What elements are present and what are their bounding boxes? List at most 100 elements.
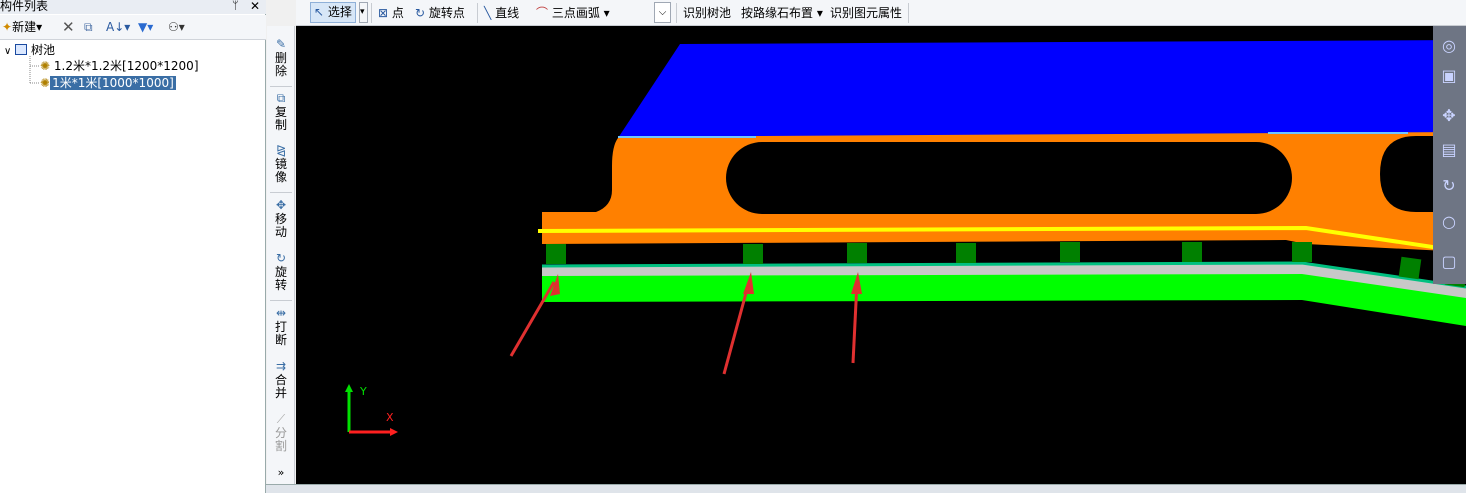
- drawing-canvas[interactable]: Y X: [296, 26, 1466, 484]
- axis-gizmo: [345, 384, 398, 436]
- rotate-point-label: 旋转点: [428, 6, 465, 20]
- tree-item[interactable]: ✺ 1.2米*1.2米[1200*1200]: [40, 58, 199, 74]
- separator: [270, 300, 292, 301]
- label: 断: [274, 333, 287, 347]
- point-icon: ⊠: [378, 6, 389, 20]
- opening: [726, 142, 1292, 214]
- layout-by-curb-button[interactable]: 按路缘石布置 ▾: [741, 4, 823, 22]
- identify-properties-button[interactable]: 识别图元属性: [830, 4, 902, 22]
- rotate-button[interactable]: ↻ 旋 转: [267, 252, 295, 292]
- merge-icon: ⇉: [275, 359, 287, 373]
- separator: [270, 192, 292, 193]
- panel-toolbar: ✦新建▾ ✕ ⧉ A↓▾ ▼▾ ⚇▾: [0, 15, 266, 40]
- edit-toolbar: ✎ 删 除 ⧉ 复 制 ⧎ 镜 像 ✥ 移 动 ↻ 旋 转 ⇹ 打 断 ⇉ 合 …: [267, 26, 295, 493]
- model-view: Y X: [345, 40, 1466, 436]
- delete-icon[interactable]: ✕: [62, 18, 75, 36]
- point-button[interactable]: ⊠ 点: [378, 4, 404, 22]
- roof-surface: [618, 40, 1466, 138]
- delete-button[interactable]: ✎ 删 除: [267, 38, 295, 78]
- mirror-icon: ⧎: [275, 143, 287, 157]
- tree-pool: [1060, 242, 1080, 262]
- zoom-window-icon[interactable]: ▤: [1436, 138, 1462, 162]
- rotate-icon: ↻: [275, 251, 287, 265]
- line-button[interactable]: ╲ 直线: [484, 4, 519, 22]
- copy-button[interactable]: ⧉ 复 制: [267, 92, 295, 132]
- line-icon: ╲: [484, 6, 492, 20]
- binoculars-icon[interactable]: ⚇▾: [168, 18, 185, 36]
- close-icon[interactable]: ✕: [250, 0, 260, 13]
- rotate-point-button[interactable]: ↻ 旋转点: [415, 4, 465, 22]
- label: 并: [274, 386, 287, 400]
- pin-icon[interactable]: ᛘ: [232, 0, 239, 13]
- sort-icon[interactable]: A↓▾: [106, 18, 130, 36]
- app-window: 构件列表 ᛘ ✕ ✦新建▾ ✕ ⧉ A↓▾ ▼▾ ⚇▾ ∨ 树池 ✺ 1.2米*…: [0, 0, 1466, 493]
- arc-mode-dropdown[interactable]: ⌵: [654, 2, 671, 23]
- new-label: 新建: [12, 20, 37, 34]
- tree-pool: [956, 243, 976, 263]
- move-button[interactable]: ✥ 移 动: [267, 199, 295, 239]
- filter-icon[interactable]: ▼▾: [138, 18, 153, 36]
- merge-button[interactable]: ⇉ 合 并: [267, 360, 295, 400]
- eraser-icon: ✎: [275, 37, 287, 51]
- label: 除: [274, 64, 287, 78]
- base-surface: [542, 272, 1466, 326]
- separator: [477, 3, 478, 23]
- new-button[interactable]: ✦新建▾: [2, 18, 42, 36]
- view-navigation-panel: ◎ ▣ ✥ ▤ ↻ ○ ▢: [1433, 26, 1466, 284]
- label: 动: [274, 225, 287, 239]
- identify-tree-pool-button[interactable]: 识别树池: [683, 4, 731, 22]
- separator: [371, 3, 372, 23]
- panel-title-bar: 构件列表 ᛘ ✕: [0, 0, 266, 14]
- top-toolbar: ↖ 选择 ▾ ⊠ 点 ↻ 旋转点 ╲ 直线 ⌒ 三点画弧 ▾ ⌵ 识别树池 按路…: [296, 0, 1466, 26]
- axis-x-label: X: [386, 411, 394, 424]
- arc-label: 三点画弧: [551, 6, 600, 20]
- label: 割: [274, 439, 287, 453]
- status-bar: [266, 484, 1466, 493]
- gear-icon: ✺: [40, 76, 51, 90]
- move-icon: ✥: [275, 198, 287, 212]
- select-dropdown[interactable]: ▾: [359, 2, 368, 23]
- view-cube-icon[interactable]: ▣: [1436, 64, 1462, 88]
- label: 像: [274, 170, 287, 184]
- tree-item-label: 1米*1米[1000*1000]: [49, 75, 177, 91]
- tree-pool: [1398, 256, 1422, 280]
- axis-y-label: Y: [359, 385, 367, 398]
- toolbar-overflow-icon[interactable]: »: [267, 466, 295, 479]
- arrow: [509, 281, 556, 357]
- arc-icon: ⌒: [536, 6, 549, 20]
- split-icon: ⟋: [276, 412, 286, 426]
- pan-icon[interactable]: ✥: [1436, 104, 1462, 128]
- copy-icon: ⧉: [276, 91, 286, 105]
- orbit-icon[interactable]: ◎: [1436, 34, 1462, 58]
- gear-icon: ✺: [40, 59, 51, 73]
- select-label: 选择: [327, 5, 352, 19]
- panel-title: 构件列表: [0, 0, 49, 13]
- copy-icon[interactable]: ⧉: [84, 18, 93, 36]
- mirror-button[interactable]: ⧎ 镜 像: [267, 144, 295, 184]
- line-label: 直线: [495, 6, 520, 20]
- break-button[interactable]: ⇹ 打 断: [267, 307, 295, 347]
- layout-by-curb-label: 按路缘石布置: [741, 6, 814, 20]
- select-button[interactable]: ↖ 选择: [310, 2, 356, 23]
- tree-pool: [546, 244, 566, 264]
- tree-pool: [743, 244, 763, 264]
- label: 制: [274, 118, 287, 132]
- tree-pool: [847, 243, 867, 263]
- separator: [908, 3, 909, 23]
- separator: [676, 3, 677, 23]
- cursor-icon: ↖: [314, 5, 325, 19]
- point-label: 点: [391, 6, 404, 20]
- label: 转: [274, 278, 287, 292]
- tree-pool: [1182, 242, 1202, 262]
- new-icon: ✦: [2, 20, 13, 34]
- arc-button[interactable]: ⌒ 三点画弧 ▾: [536, 4, 610, 22]
- rotate-view-icon[interactable]: ↻: [1436, 174, 1462, 198]
- zoom-icon[interactable]: ○: [1436, 210, 1462, 234]
- separator: [270, 86, 292, 87]
- split-button[interactable]: ⟋ 分 割: [267, 413, 295, 453]
- tree-item-selected[interactable]: ✺ 1米*1米[1000*1000]: [40, 75, 177, 91]
- break-icon: ⇹: [275, 306, 287, 320]
- component-list-panel: 构件列表 ᛘ ✕ ✦新建▾ ✕ ⧉ A↓▾ ▼▾ ⚇▾ ∨ 树池 ✺ 1.2米*…: [0, 0, 266, 493]
- fit-view-icon[interactable]: ▢: [1436, 250, 1462, 274]
- tree-item-label: 1.2米*1.2米[1200*1200]: [53, 59, 199, 73]
